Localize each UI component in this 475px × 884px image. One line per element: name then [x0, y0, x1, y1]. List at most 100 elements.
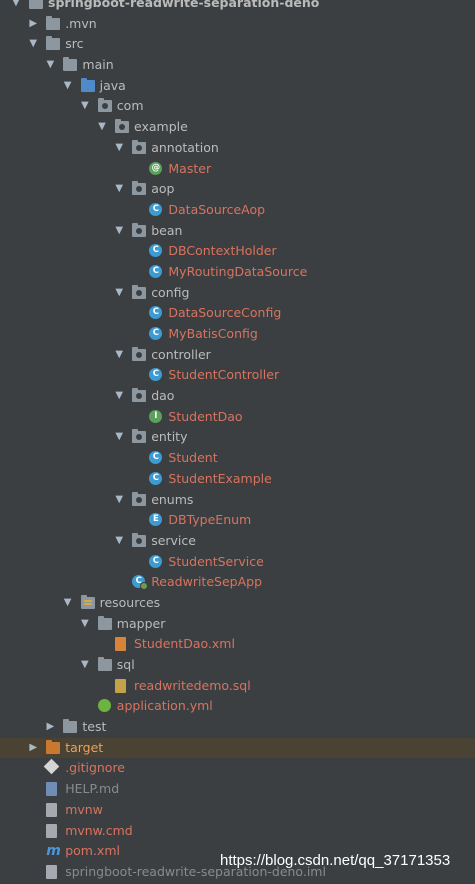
tree-row-file-mvnw-cmd[interactable]: mvnw.cmd [0, 821, 475, 842]
tree-row-package-aop[interactable]: ▼ aop [0, 179, 475, 200]
tree-row-folder-resources[interactable]: ▼ resources [0, 593, 475, 614]
tree-row-folder-test[interactable]: ▶ test [0, 717, 475, 738]
tree-row-package-example[interactable]: ▼ example [0, 117, 475, 138]
tree-row-file-readwritesepapp[interactable]: C ReadwriteSepApp [0, 572, 475, 593]
tree-row-file-studentcontroller[interactable]: C StudentController [0, 365, 475, 386]
tree-row-package-annotation[interactable]: ▼ annotation [0, 138, 475, 159]
tree-label: controller [151, 346, 211, 362]
tree-row-folder-sql[interactable]: ▼ sql [0, 655, 475, 676]
tree-row-project-root[interactable]: ▼ springboot-readwrite-separation-deno [0, 0, 475, 14]
tree-label: mapper [116, 615, 166, 631]
tree-row-package-com[interactable]: ▼ com [0, 96, 475, 117]
tree-label: DataSourceAop [168, 201, 266, 217]
module-file-icon [46, 864, 58, 879]
tree-label: dao [151, 388, 175, 404]
tree-row-folder-mapper[interactable]: ▼ mapper [0, 614, 475, 635]
chevron-down-icon[interactable]: ▼ [112, 386, 126, 407]
tree-label: test [82, 719, 107, 735]
tree-row-folder-mvn[interactable]: ▶ .mvn [0, 14, 475, 35]
tree-label: MyRoutingDataSource [168, 263, 308, 279]
tree-row-package-bean[interactable]: ▼ bean [0, 221, 475, 242]
tree-row-file-help-md[interactable]: HELP.md [0, 779, 475, 800]
tree-row-package-controller[interactable]: ▼ controller [0, 345, 475, 366]
folder-icon [29, 0, 43, 9]
tree-row-folder-src[interactable]: ▼ src [0, 34, 475, 55]
chevron-down-icon[interactable]: ▼ [95, 117, 109, 138]
tree-row-file-application-yml[interactable]: application.yml [0, 696, 475, 717]
class-icon: C [149, 327, 163, 340]
chevron-down-icon[interactable]: ▼ [112, 221, 126, 242]
tree-label: StudentDao [168, 408, 243, 424]
annotation-icon: @ [149, 161, 163, 175]
tree-row-file-studentservice[interactable]: C StudentService [0, 552, 475, 573]
tree-row-package-dao[interactable]: ▼ dao [0, 386, 475, 407]
tree-row-file-dbtypeenum[interactable]: E DBTypeEnum [0, 510, 475, 531]
class-icon: C [149, 451, 163, 465]
tree-row-folder-target[interactable]: ▶ target [0, 737, 475, 759]
tree-row-file-gitignore[interactable]: .gitignore [0, 758, 475, 779]
chevron-down-icon[interactable]: ▼ [112, 283, 126, 304]
tree-row-file-student[interactable]: C Student [0, 448, 475, 469]
folder-icon [46, 15, 61, 30]
tree-row-package-service[interactable]: ▼ service [0, 531, 475, 552]
chevron-down-icon[interactable]: ▼ [26, 34, 40, 55]
tree-row-file-datasourceconfig[interactable]: C DataSourceConfig [0, 303, 475, 324]
chevron-down-icon[interactable]: ▼ [112, 531, 126, 552]
package-icon [132, 346, 147, 361]
chevron-right-icon[interactable]: ▶ [26, 14, 40, 35]
tree-label: Master [168, 160, 212, 176]
tree-label: target [65, 739, 104, 755]
tree-row-file-studentdao-xml[interactable]: StudentDao.xml [0, 634, 475, 655]
chevron-down-icon[interactable]: ▼ [78, 655, 92, 676]
tree-label: .gitignore [65, 760, 126, 776]
package-icon [132, 532, 147, 547]
tree-row-folder-main[interactable]: ▼ main [0, 55, 475, 76]
chevron-down-icon[interactable]: ▼ [43, 55, 57, 76]
package-icon [132, 429, 147, 444]
chevron-down-icon[interactable]: ▼ [112, 490, 126, 511]
interface-icon: I [149, 409, 163, 423]
package-icon [132, 139, 147, 154]
package-icon [132, 181, 147, 196]
chevron-down-icon[interactable]: ▼ [112, 345, 126, 366]
tree-label: MyBatisConfig [168, 326, 258, 341]
chevron-down-icon[interactable]: ▼ [112, 179, 126, 200]
tree-row-file-readwritedemo-sql[interactable]: readwritedemo.sql [0, 676, 475, 697]
tree-row-file-master[interactable]: @ Master [0, 159, 475, 180]
class-icon: C [149, 244, 163, 258]
tree-row-file-myroutingdatasource[interactable]: C MyRoutingDataSource [0, 262, 475, 283]
tree-row-package-enums[interactable]: ▼ enums [0, 490, 475, 511]
chevron-right-icon[interactable]: ▶ [26, 738, 40, 759]
tree-row-file-dbcontextholder[interactable]: C DBContextHolder [0, 241, 475, 262]
class-icon: C [149, 202, 163, 216]
enum-icon: E [149, 513, 163, 527]
tree-row-folder-java[interactable]: ▼ java [0, 76, 475, 97]
tree-row-package-entity[interactable]: ▼ entity [0, 427, 475, 448]
chevron-down-icon[interactable]: ▼ [112, 427, 126, 448]
tree-row-file-mybatisconfig[interactable]: C MyBatisConfig [0, 324, 475, 345]
tree-row-file-studentdao[interactable]: I StudentDao [0, 407, 475, 428]
chevron-down-icon[interactable]: ▼ [78, 614, 92, 635]
tree-label: DataSourceConfig [168, 305, 282, 321]
spring-app-class-icon: C [132, 575, 149, 591]
tree-label: pom.xml [65, 843, 120, 859]
tree-row-file-mvnw[interactable]: mvnw [0, 800, 475, 821]
chevron-down-icon[interactable]: ▼ [9, 0, 23, 14]
chevron-down-icon[interactable]: ▼ [61, 76, 75, 97]
class-icon: C [149, 306, 163, 320]
chevron-down-icon[interactable]: ▼ [78, 96, 92, 117]
script-file-icon [46, 802, 58, 817]
chevron-down-icon[interactable]: ▼ [112, 138, 126, 159]
tree-row-package-config[interactable]: ▼ config [0, 283, 475, 304]
source-folder-icon [80, 77, 95, 92]
chevron-down-icon[interactable]: ▼ [61, 593, 75, 614]
tree-label: ReadwriteSepApp [151, 574, 263, 590]
tree-label: application.yml [116, 698, 213, 714]
tree-label: DBContextHolder [168, 243, 277, 259]
class-icon: C [149, 554, 163, 568]
tree-row-file-datasourceaop[interactable]: C DataSourceAop [0, 200, 475, 221]
chevron-right-icon[interactable]: ▶ [43, 717, 57, 738]
tree-label: java [99, 77, 126, 93]
tree-row-file-studentexample[interactable]: C StudentExample [0, 469, 475, 490]
markdown-file-icon [46, 782, 58, 797]
